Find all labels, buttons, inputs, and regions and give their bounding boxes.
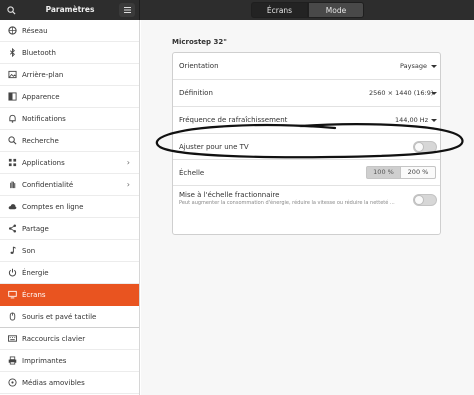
sidebar-item-label: Bluetooth <box>22 48 56 57</box>
sidebar-item-label: Réseau <box>22 26 48 35</box>
refresh-rate-row[interactable]: Fréquence de rafraîchissement 144,00 Hz <box>173 107 440 134</box>
sidebar-item-imprimantes[interactable]: Imprimantes <box>0 350 139 372</box>
sidebar-item-label: Apparence <box>22 92 60 101</box>
printer-icon <box>8 356 17 365</box>
network-icon <box>8 26 17 35</box>
header-left: Paramètres <box>0 0 140 20</box>
sidebar-item-label: Son <box>22 246 36 255</box>
sidebar-item-partage[interactable]: Partage <box>0 218 139 240</box>
display-icon <box>8 290 17 299</box>
sidebar-item-label: Notifications <box>22 114 66 123</box>
sidebar-item-raccourcis[interactable]: Raccourcis clavier <box>0 328 139 350</box>
cloud-icon <box>8 202 17 211</box>
sidebar-item-confidentialite[interactable]: Confidentialité › <box>0 174 139 196</box>
scale-label: Échelle <box>179 169 205 177</box>
tab-ecrans[interactable]: Écrans <box>251 2 308 18</box>
chevron-right-icon: › <box>126 158 130 167</box>
sidebar-item-label: Énergie <box>22 268 49 277</box>
dropdown-arrow-icon <box>431 119 437 122</box>
switch-knob <box>414 195 424 205</box>
bell-icon <box>8 114 17 123</box>
fractional-scaling-switch[interactable] <box>413 194 437 206</box>
sidebar-item-label: Raccourcis clavier <box>22 334 86 343</box>
scale-200-button[interactable]: 200 % <box>401 166 436 179</box>
definition-value: 2560 × 1440 (16:9) <box>369 89 434 97</box>
chevron-right-icon: › <box>126 180 130 189</box>
hamburger-icon <box>123 7 131 13</box>
sidebar-item-medias-amovibles[interactable]: Médias amovibles <box>0 372 139 394</box>
sidebar-item-label: Écrans <box>22 290 46 299</box>
sidebar-item-souris[interactable]: Souris et pavé tactile <box>0 306 139 328</box>
refresh-rate-value: 144,00 Hz <box>395 116 429 124</box>
sidebar-item-label: Applications <box>22 158 65 167</box>
background-icon <box>8 70 17 79</box>
mouse-icon <box>8 312 17 321</box>
display-settings-panel: Orientation Paysage Définition 2560 × 14… <box>172 52 441 235</box>
search-icon <box>8 136 17 145</box>
music-note-icon <box>8 246 17 255</box>
sidebar-item-label: Comptes en ligne <box>22 202 84 211</box>
fractional-scaling-row: Mise à l'échelle fractionnaire Peut augm… <box>173 186 440 214</box>
sidebar-item-label: Confidentialité <box>22 180 74 189</box>
keyboard-icon <box>8 334 17 343</box>
sidebar-item-reseau[interactable]: Réseau <box>0 20 139 42</box>
bluetooth-icon <box>8 48 17 57</box>
orientation-label: Orientation <box>179 62 219 70</box>
sidebar-item-energie[interactable]: Énergie <box>0 262 139 284</box>
tv-adjust-label: Ajuster pour une TV <box>179 143 249 151</box>
tv-adjust-switch[interactable] <box>413 141 437 153</box>
sidebar-item-applications[interactable]: Applications › <box>0 152 139 174</box>
media-icon <box>8 378 17 387</box>
dropdown-arrow-icon <box>431 92 437 95</box>
tv-adjust-row: Ajuster pour une TV <box>173 134 440 160</box>
display-settings-pane: Microstep 32" Orientation Paysage Défini… <box>141 20 474 395</box>
view-switcher: Écrans Mode nuit <box>251 2 364 31</box>
fractional-scaling-description: Peut augmenter la consommation d'énergie… <box>179 200 395 206</box>
sidebar-item-recherche[interactable]: Recherche <box>0 130 139 152</box>
sidebar-item-label: Partage <box>22 224 49 233</box>
sidebar-item-arriere-plan[interactable]: Arrière-plan <box>0 64 139 86</box>
sidebar-item-ecrans[interactable]: Écrans <box>0 284 139 306</box>
power-icon <box>8 268 17 277</box>
appearance-icon <box>8 92 17 101</box>
refresh-rate-label: Fréquence de rafraîchissement <box>179 116 288 124</box>
definition-row[interactable]: Définition 2560 × 1440 (16:9) <box>173 80 440 107</box>
monitor-name: Microstep 32" <box>172 38 227 46</box>
hand-icon <box>8 180 17 189</box>
scale-options: 100 % 200 % <box>366 166 436 179</box>
menu-button[interactable] <box>119 3 135 17</box>
sidebar-item-label: Imprimantes <box>22 356 67 365</box>
switch-knob <box>414 142 424 152</box>
orientation-value: Paysage <box>400 62 427 70</box>
share-icon <box>8 224 17 233</box>
sidebar-item-notifications[interactable]: Notifications <box>0 108 139 130</box>
sidebar: Réseau Bluetooth Arrière-plan Apparence … <box>0 20 140 395</box>
scale-100-button[interactable]: 100 % <box>366 166 401 179</box>
fractional-scaling-label: Mise à l'échelle fractionnaire <box>179 191 280 199</box>
scale-row: Échelle 100 % 200 % <box>173 160 440 186</box>
sidebar-item-label: Souris et pavé tactile <box>22 312 97 321</box>
tab-mode-nuit[interactable]: Mode nuit <box>308 2 364 31</box>
apps-grid-icon <box>8 158 17 167</box>
sidebar-item-label: Arrière-plan <box>22 70 64 79</box>
sidebar-item-comptes-en-ligne[interactable]: Comptes en ligne <box>0 196 139 218</box>
dropdown-arrow-icon <box>431 65 437 68</box>
sidebar-item-bluetooth[interactable]: Bluetooth <box>0 42 139 64</box>
sidebar-item-son[interactable]: Son <box>0 240 139 262</box>
sidebar-item-label: Recherche <box>22 136 59 145</box>
orientation-row[interactable]: Orientation Paysage <box>173 53 440 80</box>
sidebar-item-label: Médias amovibles <box>22 378 85 387</box>
header-bar: Paramètres Écrans Mode nuit <box>0 0 474 31</box>
sidebar-item-apparence[interactable]: Apparence <box>0 86 139 108</box>
definition-label: Définition <box>179 89 213 97</box>
